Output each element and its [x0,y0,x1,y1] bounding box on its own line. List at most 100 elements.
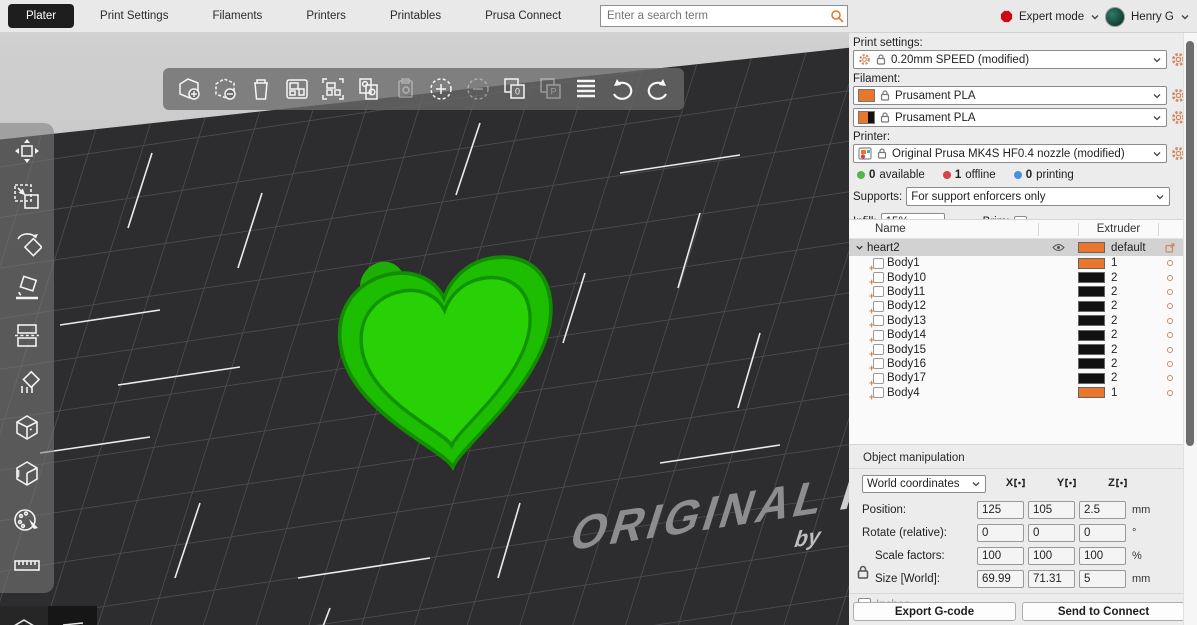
settings-ring-icon[interactable] [1157,260,1183,267]
extruder-swatch[interactable] [1078,315,1105,327]
object-row[interactable]: Body10 2 [849,270,1183,287]
scale-tool-button[interactable] [5,177,49,217]
tab-printables[interactable]: Printables [368,5,463,27]
measure-tool-button[interactable] [5,545,49,585]
settings-ring-icon[interactable] [1157,274,1183,281]
extruder-swatch[interactable] [1078,242,1105,253]
arrange-button[interactable] [281,73,313,105]
filament-1-combo[interactable]: Prusament PLA [853,86,1167,105]
size-y-field[interactable] [1028,570,1075,588]
extruder-swatch[interactable] [1078,300,1105,312]
position-y-field[interactable] [1028,501,1075,519]
panel-scrollbar-thumb[interactable] [1186,41,1194,446]
printer-combo[interactable]: Original Prusa MK4S HF0.4 nozzle (modifi… [853,144,1167,163]
object-row[interactable]: Body16 2 [849,357,1183,373]
settings-ring-icon[interactable] [1157,375,1183,382]
add-object-button[interactable] [173,73,205,105]
object-row[interactable]: Body11 2 [849,285,1183,301]
rotate-tool-button[interactable] [5,223,49,263]
settings-ring-icon[interactable] [1157,332,1183,339]
rotate-z-field[interactable] [1079,524,1126,542]
rotate-y-field[interactable] [1028,524,1075,542]
split-to-objects-button[interactable]: 0 [498,73,530,105]
fuzzy-skin-tool-button[interactable] [5,453,49,493]
viewport-3d[interactable]: ORIGINAL PRUSA by 0 P [0,33,849,625]
cut-tool-button[interactable] [5,315,49,355]
extruder-swatch[interactable] [1078,286,1105,298]
extruder-value[interactable]: default [1111,242,1157,254]
scale-x-field[interactable] [977,547,1024,565]
extruder-value[interactable]: 2 [1111,300,1157,312]
supports-combo[interactable]: For support enforcers only [906,187,1171,206]
extruder-swatch[interactable] [1078,329,1105,341]
place-on-face-tool-button[interactable] [5,269,49,309]
extruder-value[interactable]: 2 [1111,329,1157,341]
tab-printers[interactable]: Printers [284,5,368,27]
tab-filaments[interactable]: Filaments [190,5,284,27]
extruder-swatch[interactable] [1078,387,1105,399]
settings-ring-icon[interactable] [1157,360,1183,367]
object-row[interactable]: Body14 2 [849,328,1183,345]
send-to-connect-button[interactable]: Send to Connect [1022,602,1185,621]
coordinates-combo[interactable]: World coordinates [862,475,986,493]
position-z-field[interactable] [1079,501,1126,519]
search-input[interactable] [601,10,827,22]
remove-instance-button[interactable] [462,73,494,105]
delete-object-button[interactable] [209,73,241,105]
extruder-value[interactable]: 2 [1111,315,1157,327]
extruder-value[interactable]: 2 [1111,358,1157,370]
column-extruder[interactable]: Extruder [1079,222,1159,236]
extruder-swatch[interactable] [1078,358,1105,370]
object-row[interactable]: Body17 2 [849,371,1183,388]
preview-view-button[interactable] [48,606,96,625]
extruder-swatch[interactable] [1078,344,1105,356]
extruder-swatch[interactable] [1078,372,1105,384]
panel-scrollbar-track[interactable] [1183,33,1197,625]
rotate-x-field[interactable] [977,524,1024,542]
size-z-field[interactable] [1079,570,1126,588]
scale-z-field[interactable] [1079,547,1126,565]
extruder-value[interactable]: 2 [1111,344,1157,356]
undo-button[interactable] [606,73,638,105]
position-x-field[interactable] [977,501,1024,519]
expand-chevron-icon[interactable] [855,243,864,252]
extruder-value[interactable]: 1 [1111,257,1157,269]
tab-prusa-connect[interactable]: Prusa Connect [463,5,583,27]
variable-layer-height-button[interactable] [570,73,602,105]
visibility-eye-icon[interactable] [1038,243,1078,252]
extruder-value[interactable]: 2 [1111,272,1157,284]
object-row[interactable]: Body15 2 [849,342,1183,359]
export-gcode-button[interactable]: Export G-code [853,602,1016,621]
paste-button[interactable] [389,73,421,105]
object-row[interactable]: Body1 1 [849,256,1183,273]
uniform-scale-lock-icon[interactable] [857,565,869,582]
settings-ring-icon[interactable] [1157,303,1183,310]
column-name[interactable]: Name [849,222,1039,236]
copy-button[interactable] [353,73,385,105]
settings-ring-icon[interactable] [1157,317,1183,324]
add-instance-button[interactable] [425,73,457,105]
filament-2-combo[interactable]: Prusament PLA [853,108,1167,127]
size-x-field[interactable] [977,570,1024,588]
settings-ring-icon[interactable] [1157,346,1183,353]
3d-editor-view-button[interactable] [0,606,48,625]
object-row[interactable]: Body12 2 [849,299,1183,316]
mode-selector[interactable]: Expert mode [1000,0,1100,33]
settings-ring-icon[interactable] [1157,288,1183,295]
extruder-swatch[interactable] [1078,257,1105,269]
multimaterial-painting-tool-button[interactable] [5,499,49,539]
extruder-value[interactable]: 2 [1111,286,1157,298]
print-settings-combo[interactable]: 0.20mm SPEED (modified) [853,50,1167,69]
delete-all-button[interactable] [245,73,277,105]
paint-on-supports-tool-button[interactable] [5,361,49,401]
extruder-value[interactable]: 1 [1111,387,1157,399]
settings-ring-icon[interactable] [1157,389,1183,396]
object-row[interactable]: Body4 1 [849,386,1183,402]
redo-button[interactable] [642,73,674,105]
split-to-parts-button[interactable]: P [534,73,566,105]
object-row[interactable]: Body13 2 [849,314,1183,330]
open-settings-icon[interactable] [1157,242,1183,253]
tab-plater[interactable]: Plater [8,4,75,28]
extruder-value[interactable]: 2 [1111,372,1157,384]
scale-y-field[interactable] [1028,547,1075,565]
